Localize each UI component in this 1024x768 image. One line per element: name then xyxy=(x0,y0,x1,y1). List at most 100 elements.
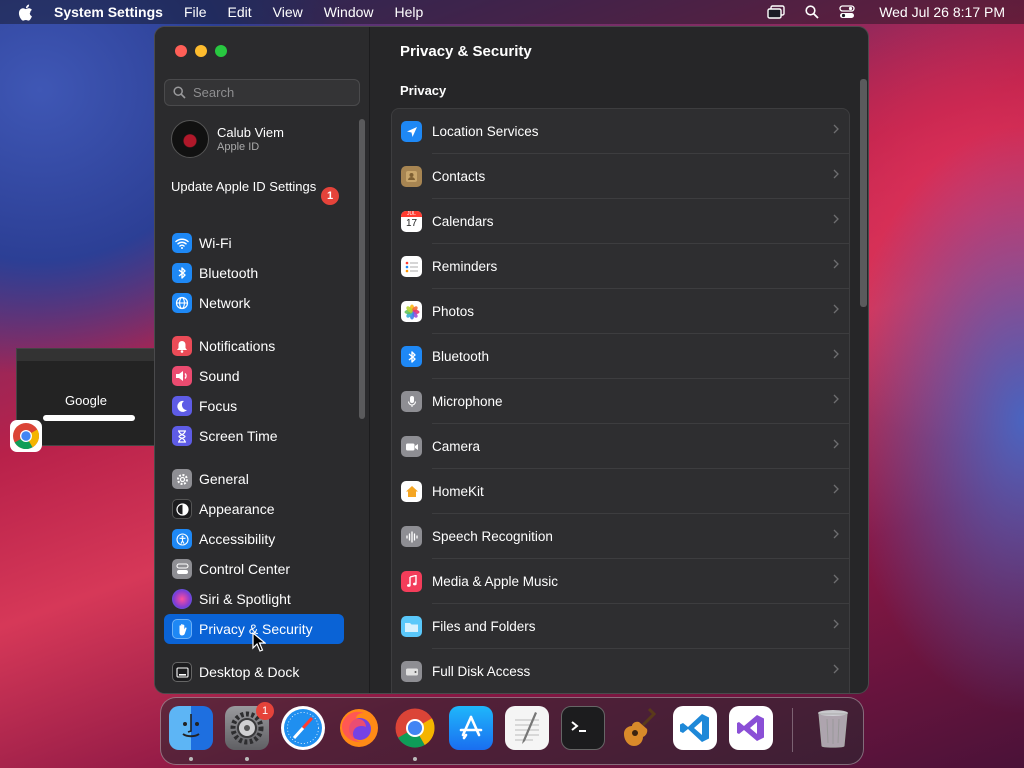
row-reminders[interactable]: Reminders xyxy=(392,244,849,289)
section-header: Privacy xyxy=(400,83,447,98)
row-calendars[interactable]: JUL 17 Calendars xyxy=(392,199,849,244)
thumbnail-titlebar xyxy=(17,349,155,361)
close-button[interactable] xyxy=(175,45,187,57)
content-pane: Privacy & Security Privacy Location Serv… xyxy=(371,27,868,693)
finder-icon[interactable] xyxy=(169,706,213,750)
sidebar-item-label: Accessibility xyxy=(199,531,276,547)
page-title: Privacy & Security xyxy=(400,43,532,60)
chevron-right-icon xyxy=(833,529,839,539)
menu-file[interactable]: File xyxy=(184,4,207,20)
row-homekit[interactable]: HomeKit xyxy=(392,469,849,514)
row-contacts[interactable]: Contacts xyxy=(392,154,849,199)
gear-icon xyxy=(172,469,192,489)
row-media-apple-music[interactable]: Media & Apple Music xyxy=(392,559,849,604)
trash-icon[interactable] xyxy=(811,706,855,750)
visual-studio-icon[interactable] xyxy=(729,706,773,750)
moon-icon xyxy=(172,396,192,416)
sidebar-item-label: Focus xyxy=(199,398,238,414)
update-badge: 1 xyxy=(321,187,339,205)
row-label: Calendars xyxy=(432,214,494,229)
row-bluetooth[interactable]: Bluetooth xyxy=(392,334,849,379)
row-location-services[interactable]: Location Services xyxy=(392,109,849,154)
sidebar-item-label: Sound xyxy=(199,368,240,384)
wifi-icon xyxy=(172,233,192,253)
menu-view[interactable]: View xyxy=(273,4,303,20)
sidebar-item-general[interactable]: General xyxy=(164,464,344,494)
apple-menu-icon[interactable] xyxy=(18,4,40,21)
row-microphone[interactable]: Microphone xyxy=(392,379,849,424)
chevron-right-icon xyxy=(833,349,839,359)
chevron-right-icon xyxy=(833,214,839,224)
photos-icon xyxy=(401,301,422,322)
app-store-icon[interactable] xyxy=(449,706,493,750)
textedit-icon[interactable] xyxy=(505,706,549,750)
firefox-icon[interactable] xyxy=(337,706,381,750)
sidebar-scrollbar[interactable] xyxy=(359,119,365,419)
row-label: HomeKit xyxy=(432,484,484,499)
sidebar-item-label: Wi-Fi xyxy=(199,235,232,251)
sidebar-item-label: Control Center xyxy=(199,561,291,577)
row-label: Media & Apple Music xyxy=(432,574,559,589)
spotlight-search-icon[interactable] xyxy=(805,5,819,19)
chevron-right-icon xyxy=(833,169,839,179)
row-label: Reminders xyxy=(432,259,498,274)
privacy-list: Location Services Contacts JUL 17 Calend… xyxy=(391,108,850,693)
sidebar-item-appearance[interactable]: Appearance xyxy=(164,494,344,524)
avatar xyxy=(171,120,209,158)
content-scrollbar[interactable] xyxy=(860,79,867,307)
menu-window[interactable]: Window xyxy=(324,4,374,20)
zoom-button[interactable] xyxy=(215,45,227,57)
menu-edit[interactable]: Edit xyxy=(228,4,252,20)
sidebar-item-bluetooth[interactable]: Bluetooth xyxy=(164,258,344,288)
sidebar-item-label: Bluetooth xyxy=(199,265,259,281)
guitar-icon[interactable] xyxy=(617,706,661,750)
update-apple-id-settings[interactable]: Update Apple ID Settings xyxy=(171,179,321,195)
row-photos[interactable]: Photos xyxy=(392,289,849,334)
mouse-cursor-icon xyxy=(252,632,266,652)
contacts-icon xyxy=(401,166,422,187)
sidebar-item-network[interactable]: Network xyxy=(164,288,344,318)
sidebar-item-notifications[interactable]: Notifications xyxy=(164,331,344,361)
sidebar-item-control-center[interactable]: Control Center xyxy=(164,554,344,584)
sidebar-item-desktop-dock[interactable]: Desktop & Dock xyxy=(164,657,344,687)
chevron-right-icon xyxy=(833,619,839,629)
search-icon xyxy=(173,86,186,99)
chrome-icon[interactable] xyxy=(393,706,437,750)
sidebar-item-siri-spotlight[interactable]: Siri & Spotlight xyxy=(164,584,344,614)
dock: 1 xyxy=(160,697,864,765)
row-camera[interactable]: Camera xyxy=(392,424,849,469)
running-indicator xyxy=(245,757,249,761)
sidebar-item-focus[interactable]: Focus xyxy=(164,391,344,421)
calendar-day: 17 xyxy=(405,218,418,229)
chevron-right-icon xyxy=(833,304,839,314)
minimize-button[interactable] xyxy=(195,45,207,57)
chevron-right-icon xyxy=(833,574,839,584)
row-label: Location Services xyxy=(432,124,539,139)
sidebar-item-sound[interactable]: Sound xyxy=(164,361,344,391)
waveform-icon xyxy=(401,526,422,547)
apple-id-profile[interactable]: Calub Viem Apple ID xyxy=(171,120,284,158)
sidebar-item-screen-time[interactable]: Screen Time xyxy=(164,421,344,451)
terminal-icon[interactable] xyxy=(561,706,605,750)
control-center-icon xyxy=(172,559,192,579)
row-files-and-folders[interactable]: Files and Folders xyxy=(392,604,849,649)
sidebar-item-label: Screen Time xyxy=(199,428,278,444)
dock-badge: 1 xyxy=(256,702,274,720)
row-full-disk-access[interactable]: Full Disk Access xyxy=(392,649,849,693)
menubar-clock[interactable]: Wed Jul 26 8:17 PM xyxy=(879,4,1005,20)
menu-help[interactable]: Help xyxy=(395,4,424,20)
sidebar-item-wifi[interactable]: Wi-Fi xyxy=(164,228,344,258)
thumbnail-google-logo: Google xyxy=(65,393,107,408)
safari-icon[interactable] xyxy=(281,706,325,750)
chrome-icon[interactable] xyxy=(10,420,42,452)
disk-icon xyxy=(401,661,422,682)
dock-separator xyxy=(792,708,793,752)
row-speech-recognition[interactable]: Speech Recognition xyxy=(392,514,849,559)
sidebar-item-accessibility[interactable]: Accessibility xyxy=(164,524,344,554)
menu-app-name[interactable]: System Settings xyxy=(54,4,163,20)
screen-mirroring-icon[interactable] xyxy=(767,5,785,19)
control-center-icon[interactable] xyxy=(839,5,855,19)
search-field[interactable]: Search xyxy=(164,79,360,106)
vscode-icon[interactable] xyxy=(673,706,717,750)
speaker-icon xyxy=(172,366,192,386)
